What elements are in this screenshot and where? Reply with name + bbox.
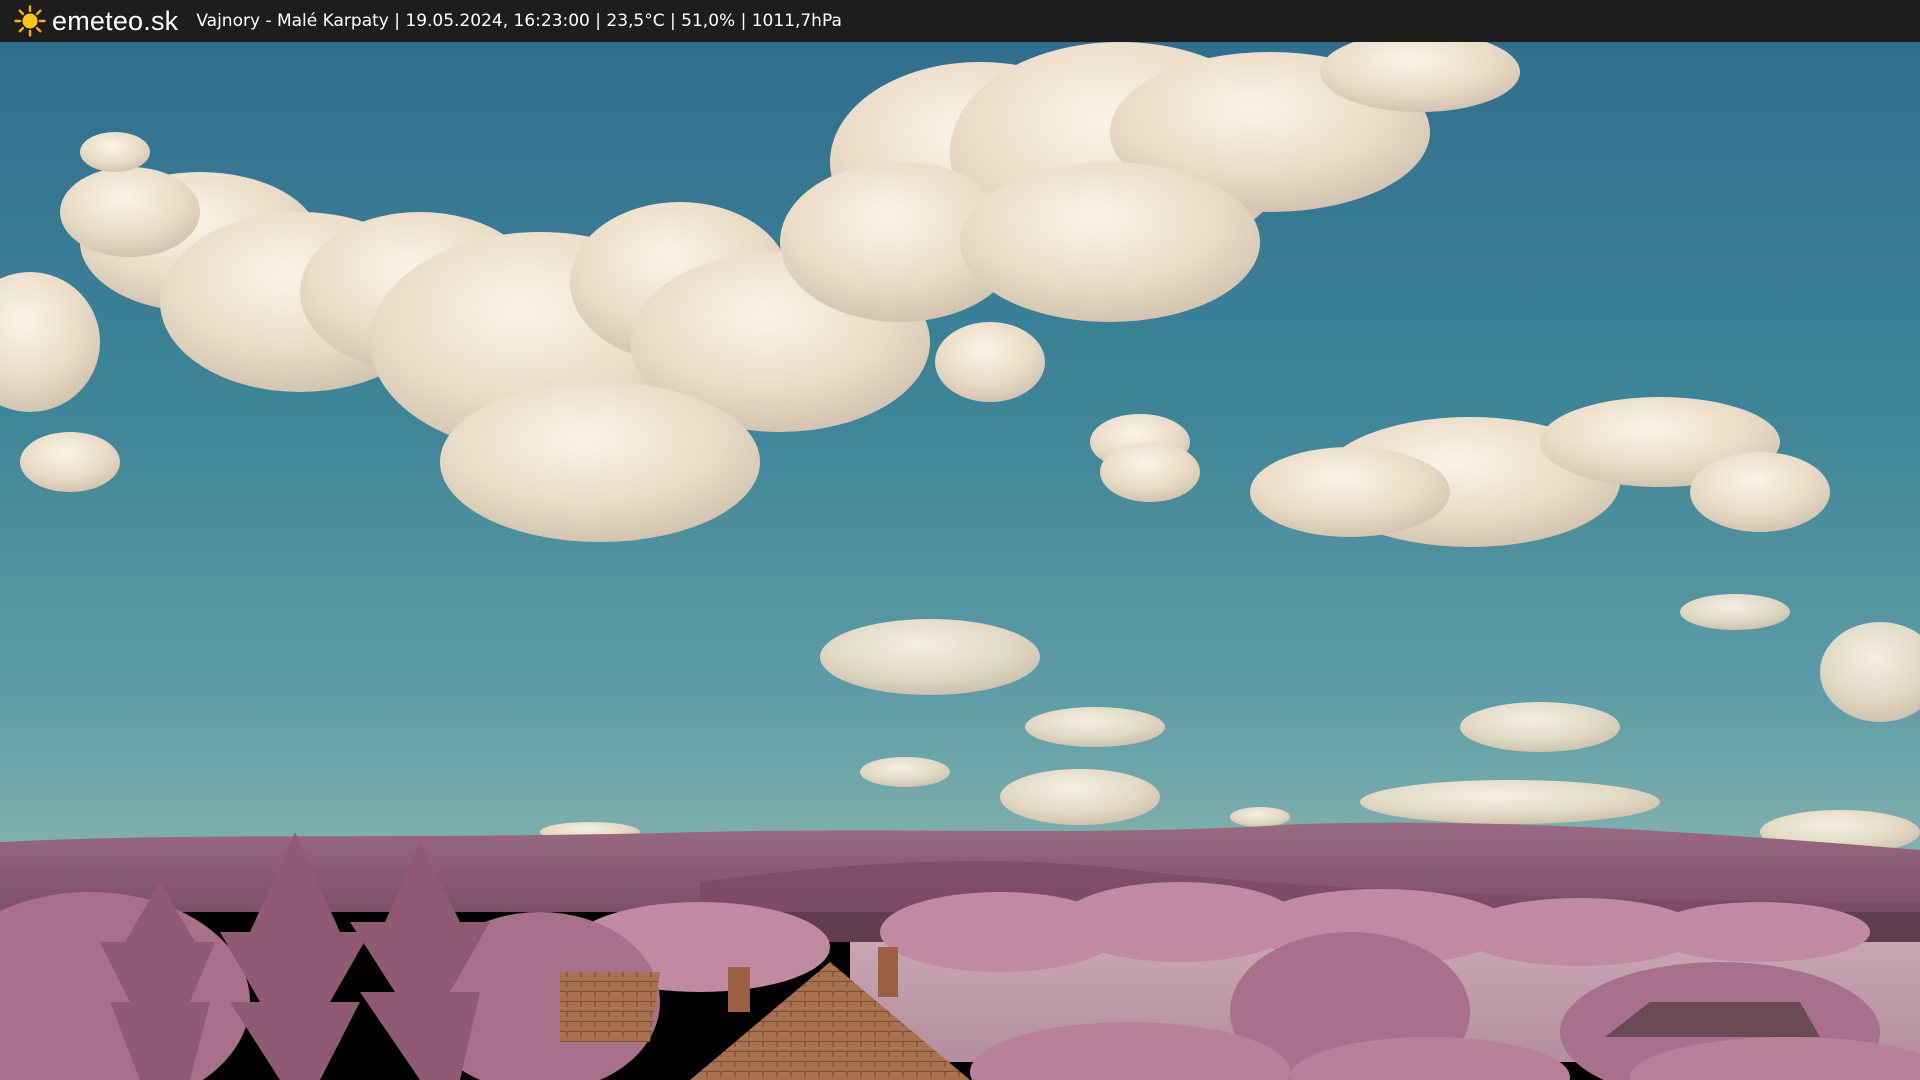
weather-info-line: Vajnory - Malé Karpaty | 19.05.2024, 16:…: [196, 11, 842, 31]
brand-name: emeteo.sk: [52, 5, 179, 36]
title-bar: emeteo.sk Vajnory - Malé Karpaty | 19.05…: [0, 0, 1920, 42]
logo[interactable]: emeteo.sk: [14, 5, 178, 37]
webcam-image: [0, 42, 1920, 1080]
sun-icon: [14, 5, 46, 37]
